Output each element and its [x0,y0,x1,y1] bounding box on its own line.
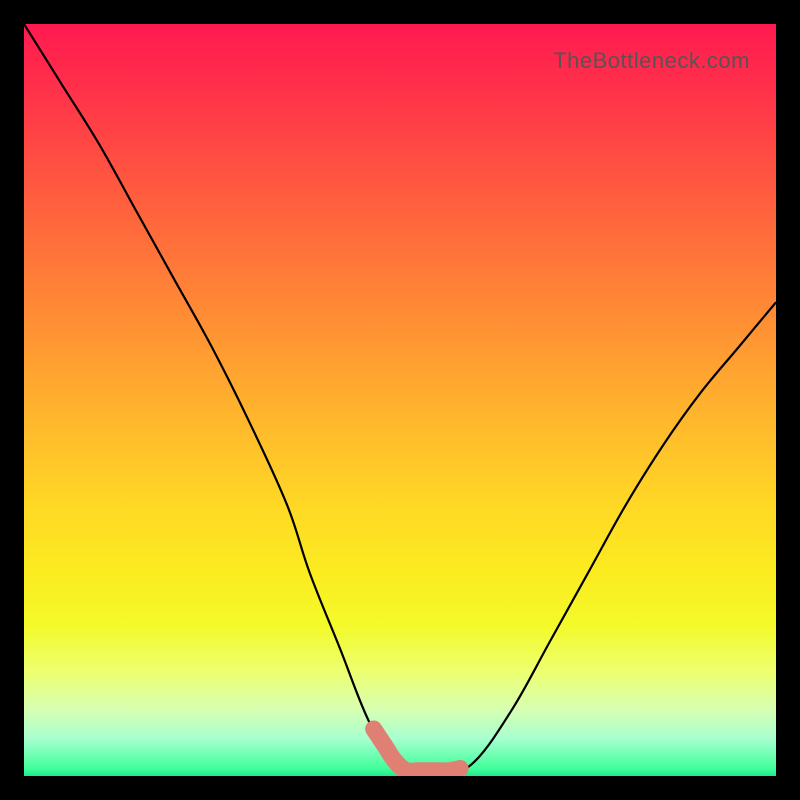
chart-frame: TheBottleneck.com [0,0,800,800]
optimal-range-marker [24,24,776,776]
watermark-label: TheBottleneck.com [553,48,750,74]
plot-area: TheBottleneck.com [24,24,776,776]
